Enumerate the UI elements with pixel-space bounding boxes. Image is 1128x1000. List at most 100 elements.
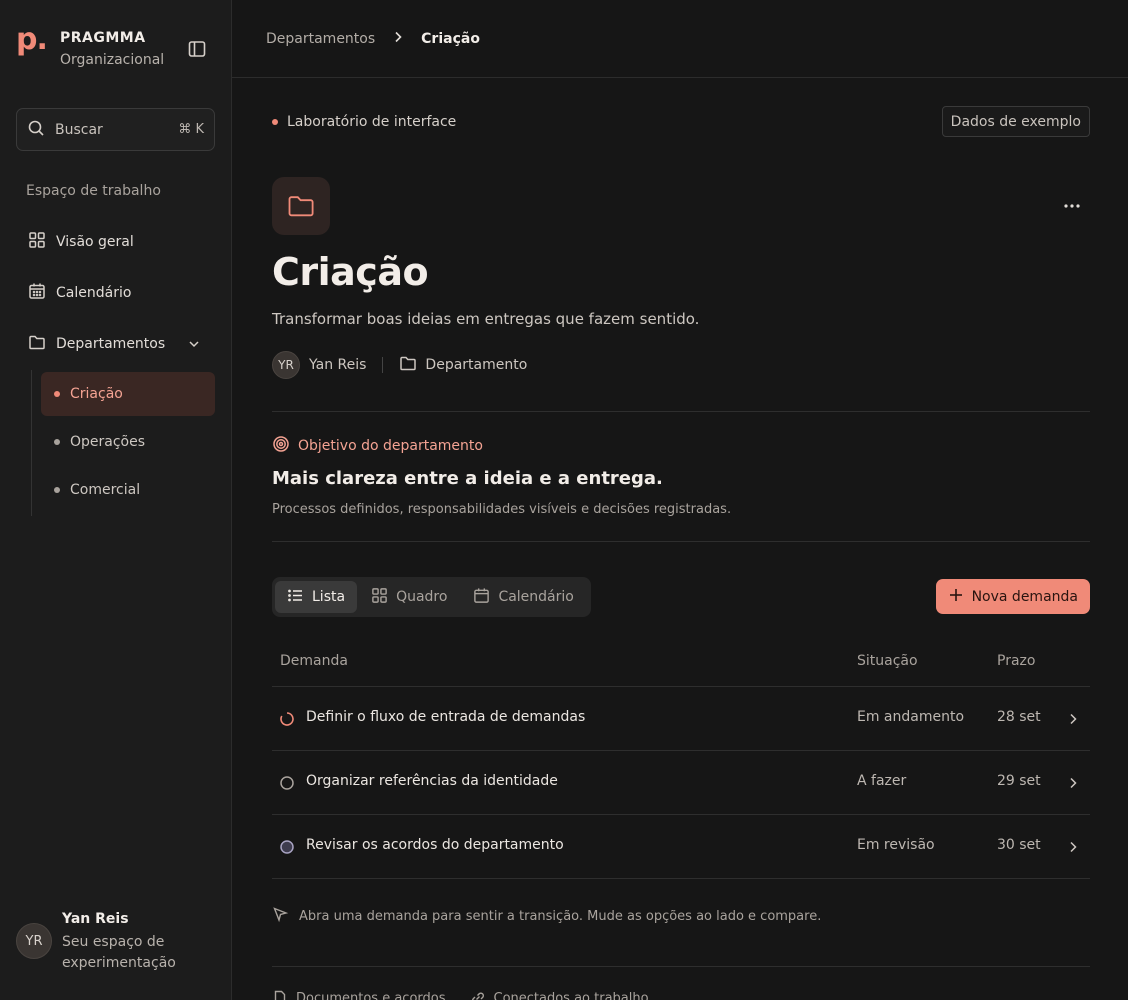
table-row[interactable]: Organizar referências da identidade A fa…: [272, 751, 1090, 815]
page-description: Transformar boas ideias em entregas que …: [272, 310, 700, 328]
connected-label: Conectados ao trabalho: [493, 990, 649, 1000]
user-subtitle: Seu espaço de experimentação: [62, 934, 176, 971]
sidebar-item-label: Departamentos: [56, 336, 166, 352]
dot-icon: [54, 439, 60, 445]
lab-tag-label: Laboratório de interface: [287, 114, 457, 130]
row-title: Definir o fluxo de entrada de demandas: [306, 709, 586, 725]
sidebar-item-operacoes[interactable]: Operações: [41, 420, 215, 464]
page-title: Criação: [272, 250, 429, 294]
row-due: 30 set: [997, 837, 1041, 853]
brand-subtitle: Organizacional: [60, 52, 165, 68]
goal-description: Processos definidos, responsabilidades v…: [272, 502, 732, 517]
lab-tag: Laboratório de interface: [272, 114, 456, 130]
search-icon: [27, 119, 45, 141]
sidebar-item-criacao[interactable]: Criação: [41, 372, 215, 416]
sidebar-item-label: Comercial: [70, 482, 141, 498]
target-icon: [272, 435, 290, 457]
user-text: Yan Reis Seu espaço de experimentação: [62, 910, 192, 974]
cursor-icon: [272, 906, 289, 927]
chevron-right-icon: [1066, 712, 1080, 730]
folder-icon: [399, 354, 417, 376]
todo-icon: [280, 776, 294, 790]
user-name: Yan Reis: [62, 911, 129, 927]
divider: [272, 411, 1090, 412]
tab-label: Quadro: [396, 589, 448, 605]
goal-label-text: Objetivo do departamento: [298, 438, 483, 454]
sidebar-item-label: Operações: [70, 434, 146, 450]
owner-name: Yan Reis: [309, 357, 367, 373]
row-due: 28 set: [997, 709, 1041, 725]
brand-name: PRAGMMA: [60, 30, 146, 46]
grid-icon: [28, 231, 46, 253]
dot-icon: [272, 119, 278, 125]
breadcrumb: Departamentos Criação: [232, 0, 1128, 78]
row-status: A fazer: [857, 773, 907, 789]
department-type: Departamento: [425, 357, 528, 373]
chevron-right-icon: [1066, 840, 1080, 858]
search-button[interactable]: Buscar ⌘ K: [16, 108, 215, 151]
table-header: Demanda Situação Prazo: [272, 653, 1090, 687]
row-title: Revisar os acordos do departamento: [306, 837, 564, 853]
row-status: Em andamento: [857, 709, 965, 725]
brand-text: PRAGMMA Organizacional: [60, 28, 164, 68]
tab-label: Calendário: [498, 589, 574, 605]
column-header-status: Situação: [857, 653, 918, 669]
in-progress-icon: [280, 712, 294, 726]
tab-calendar[interactable]: Calendário: [461, 581, 585, 613]
user-profile[interactable]: YR Yan Reis Seu espaço de experimentação: [16, 910, 192, 974]
view-switcher: Lista Quadro Calendário: [272, 577, 591, 617]
divider: [272, 966, 1090, 967]
tab-list[interactable]: Lista: [275, 581, 358, 613]
dot-icon: [54, 391, 60, 397]
grid-icon: [371, 587, 388, 608]
sidebar-item-label: Criação: [70, 386, 123, 402]
search-label: Buscar: [55, 121, 103, 138]
column-header-demand: Demanda: [280, 653, 348, 669]
documents-link[interactable]: Documentos e acordos: [272, 990, 446, 1000]
link-icon: [471, 992, 484, 1000]
breadcrumb-parent[interactable]: Departamentos: [266, 31, 375, 47]
sidebar: p. PRAGMMA Organizacional Buscar ⌘ K Esp…: [0, 0, 232, 1000]
sidebar-item-comercial[interactable]: Comercial: [41, 468, 215, 512]
column-header-due: Prazo: [997, 653, 1036, 669]
table-row[interactable]: Revisar os acordos do departamento Em re…: [272, 815, 1090, 879]
more-options-icon[interactable]: [1062, 196, 1082, 216]
goal-title: Mais clareza entre a ideia e a entrega.: [272, 468, 663, 489]
meta-divider: [382, 357, 384, 373]
new-demand-button[interactable]: Nova demanda: [935, 579, 1090, 614]
brand-logo: p.: [16, 22, 48, 57]
tab-board[interactable]: Quadro: [359, 581, 459, 613]
documents-label: Documentos e acordos: [296, 990, 446, 1000]
chevron-down-icon[interactable]: [186, 336, 202, 356]
sidebar-item-calendar[interactable]: Calendário: [28, 282, 131, 304]
table-row[interactable]: Definir o fluxo de entrada de demandas E…: [272, 687, 1090, 751]
row-due: 29 set: [997, 773, 1041, 789]
workspace-section-label: Espaço de trabalho: [26, 183, 161, 199]
divider: [272, 541, 1090, 542]
sidebar-item-departments[interactable]: Departamentos: [28, 333, 165, 355]
row-status: Em revisão: [857, 837, 935, 853]
chevron-right-icon: [1066, 776, 1080, 794]
department-folder-icon: [272, 177, 330, 235]
list-icon: [287, 587, 304, 608]
sample-data-button[interactable]: Dados de exemplo: [941, 106, 1090, 137]
new-demand-label: Nova demanda: [971, 588, 1078, 605]
sidebar-item-label: Visão geral: [56, 234, 134, 250]
subnav-line: [31, 370, 32, 516]
footer-links: Documentos e acordos Conectados ao traba…: [272, 990, 673, 1000]
folder-icon: [28, 333, 46, 355]
sidebar-item-label: Calendário: [56, 285, 132, 301]
sidebar-item-overview[interactable]: Visão geral: [28, 231, 134, 253]
chevron-right-icon: [391, 30, 405, 48]
breadcrumb-current: Criação: [421, 30, 480, 47]
row-title: Organizar referências da identidade: [306, 773, 558, 789]
sidebar-toggle-icon[interactable]: [186, 38, 208, 60]
brand[interactable]: p. PRAGMMA Organizacional: [16, 22, 164, 69]
document-icon: [274, 990, 286, 1000]
avatar: YR: [272, 351, 300, 379]
hint-text: Abra uma demanda para sentir a transição…: [299, 909, 822, 924]
in-review-icon: [280, 840, 294, 854]
goal-label: Objetivo do departamento: [272, 435, 483, 457]
connected-link[interactable]: Conectados ao trabalho: [470, 990, 649, 1000]
tab-label: Lista: [312, 589, 346, 605]
